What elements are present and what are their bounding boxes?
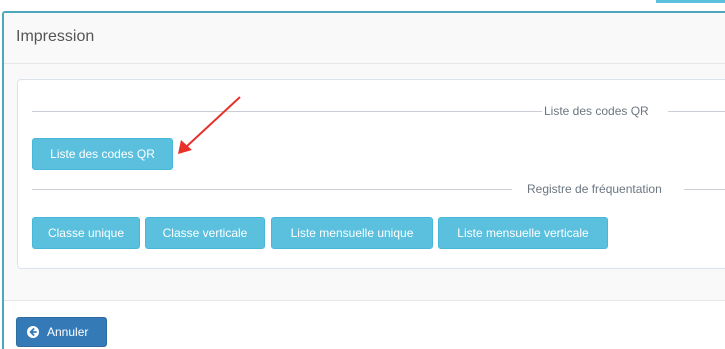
vertical-class-button[interactable]: Classe verticale (145, 217, 265, 249)
cancel-button[interactable]: Annuler (16, 317, 107, 347)
attendance-section-legend: Registre de fréquentation (527, 182, 662, 196)
print-panel: Impression Liste des codes QR Liste des … (2, 11, 725, 349)
cancel-button-label: Annuler (47, 325, 89, 339)
print-options-box: Liste des codes QR Liste des codes QR Re… (17, 79, 725, 269)
single-monthly-list-button[interactable]: Liste mensuelle unique (271, 217, 433, 249)
qr-section-line-left (32, 111, 542, 112)
panel-footer: Annuler (4, 301, 725, 349)
qr-code-list-button[interactable]: Liste des codes QR (32, 138, 173, 170)
qr-section-legend: Liste des codes QR (544, 104, 649, 118)
vertical-monthly-list-button[interactable]: Liste mensuelle verticale (438, 217, 608, 249)
top-tab-indicator (656, 0, 725, 3)
panel-header: Impression (4, 13, 725, 64)
single-class-button[interactable]: Classe unique (32, 217, 140, 249)
qr-section-line-right (668, 111, 725, 112)
arrow-circle-left-icon (27, 326, 39, 338)
attendance-section-line-left (32, 189, 512, 190)
panel-body: Liste des codes QR Liste des codes QR Re… (4, 64, 725, 301)
attendance-section-line-right (684, 189, 725, 190)
panel-title: Impression (16, 28, 95, 45)
